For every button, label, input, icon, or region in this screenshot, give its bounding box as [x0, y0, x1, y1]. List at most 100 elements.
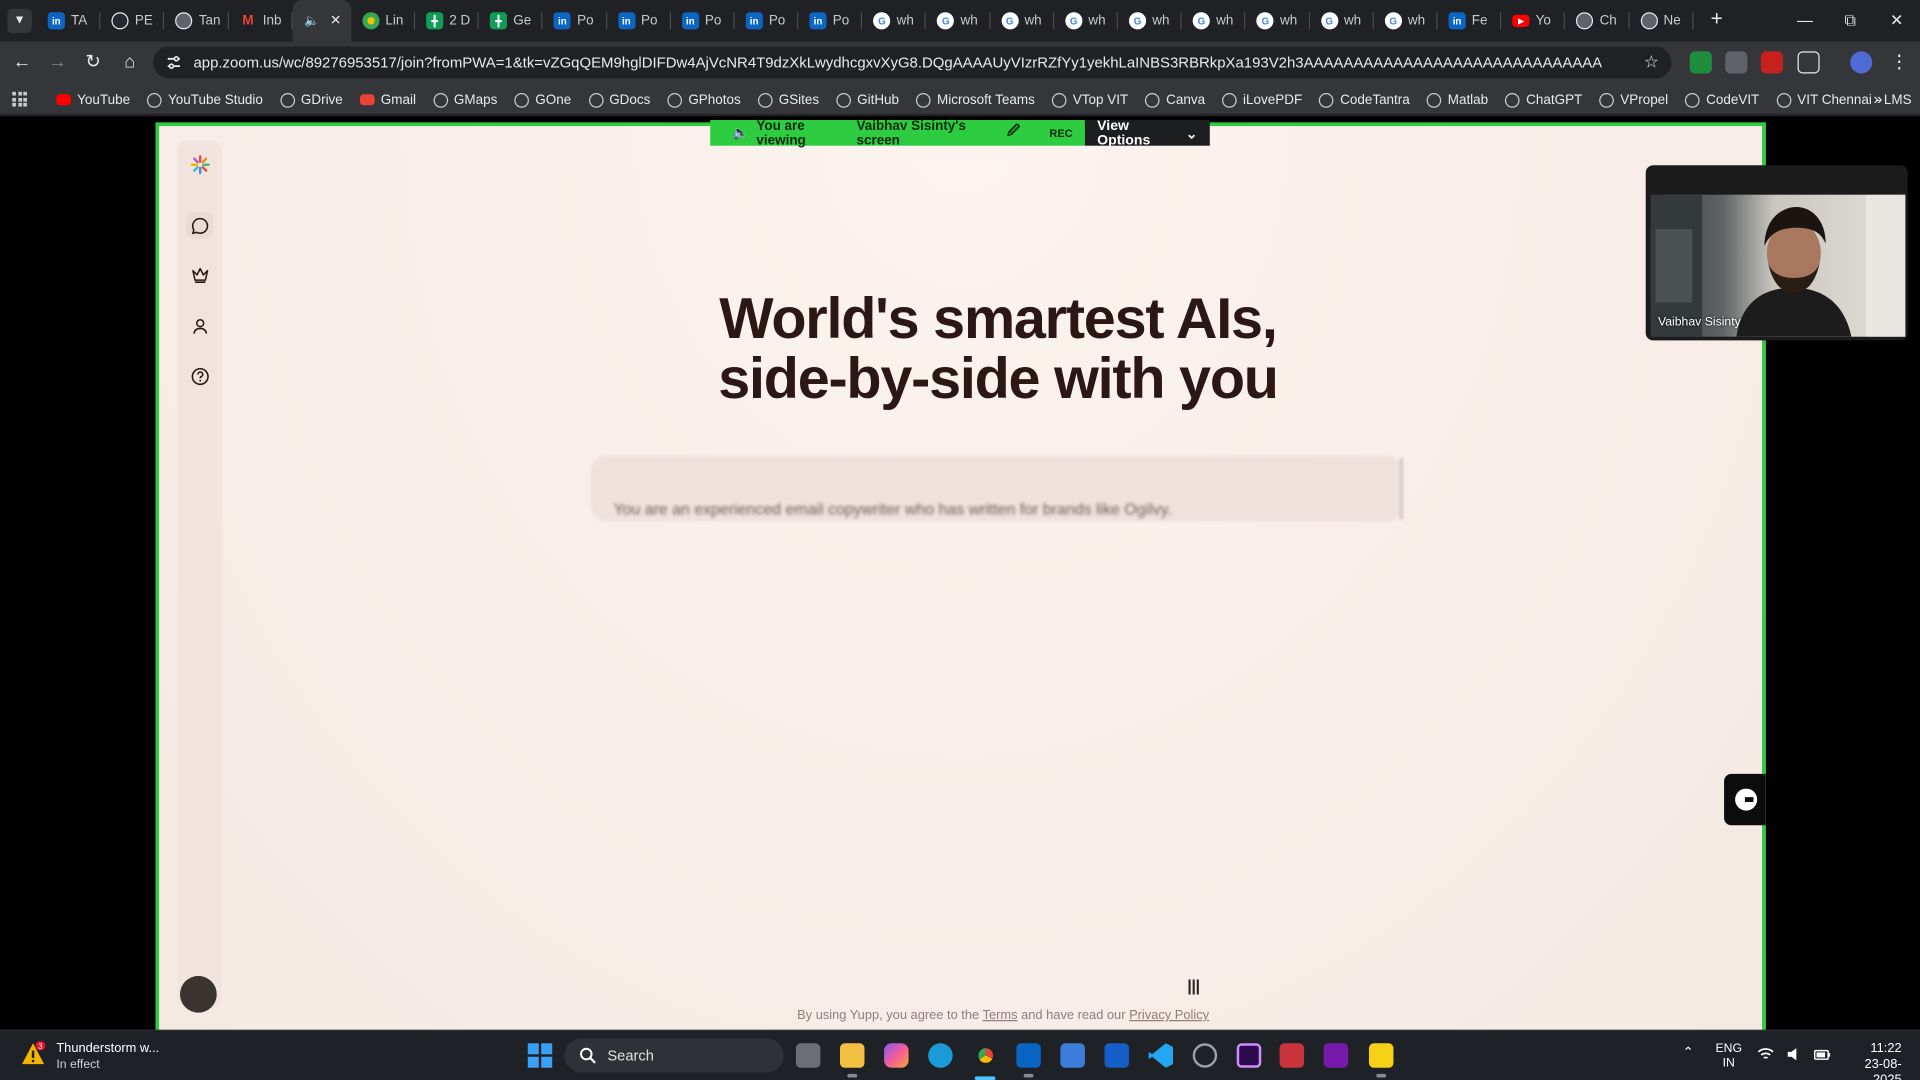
site-info-icon[interactable] — [164, 53, 184, 73]
logo-icon[interactable] — [186, 151, 213, 178]
bookmark-item[interactable]: Canva — [1136, 84, 1213, 115]
browser-tab[interactable]: in Po — [671, 0, 735, 42]
extension-pocket-icon[interactable] — [1760, 51, 1783, 74]
windows-start-icon[interactable] — [527, 1043, 553, 1068]
browser-tab[interactable]: M Inb — [228, 0, 293, 42]
bookmark-item[interactable]: GDrive — [270, 84, 350, 115]
browser-tab[interactable]: in TA — [37, 0, 101, 42]
edge-icon[interactable] — [928, 1043, 953, 1068]
browser-tab[interactable]: Gwh — [1310, 0, 1374, 42]
taskbar-search-box[interactable]: Search — [564, 1038, 784, 1073]
browser-tab[interactable]: Gwh — [1374, 0, 1438, 42]
browser-tab[interactable]: ╋ 2 D — [415, 0, 479, 42]
browser-tab[interactable]: Tan — [165, 0, 229, 42]
prompt-input[interactable]: You are an experienced email copywriter … — [590, 455, 1404, 522]
language-indicator[interactable]: ENG IN — [1716, 1042, 1743, 1071]
bookmark-item[interactable]: VPropel — [1590, 84, 1676, 115]
terms-link[interactable]: Terms — [983, 1008, 1018, 1023]
bookmark-item[interactable]: GSites — [748, 84, 826, 115]
profile-avatar[interactable] — [1850, 51, 1873, 74]
browser-tab[interactable]: PE — [101, 0, 165, 42]
bookmark-item[interactable]: ChatGPT — [1496, 84, 1590, 115]
system-clock[interactable]: 11:22 23-08-2025 — [1856, 1041, 1901, 1080]
bookmark-item[interactable]: CodeTantra — [1310, 84, 1418, 115]
weather-widget[interactable]: 3 Thunderstorm w... In effect — [20, 1040, 159, 1073]
close-tab-icon[interactable]: ✕ — [330, 12, 341, 28]
address-bar[interactable]: app.zoom.us/wc/89276953517/join?fromPWA=… — [153, 46, 1672, 79]
bookmark-item[interactable]: Gmail — [350, 84, 423, 115]
browser-tab[interactable]: Lin — [351, 0, 416, 42]
user-avatar[interactable] — [180, 975, 217, 1013]
prompt-text[interactable]: You are an experienced email copywriter … — [613, 500, 1171, 518]
browser-tab[interactable]: Gwh — [862, 0, 927, 42]
browser-tab[interactable]: ╋ Ge — [479, 0, 543, 42]
floating-chat-button[interactable] — [1724, 773, 1766, 826]
bookmark-item[interactable]: VIT Chennai - LMS — [1767, 84, 1919, 115]
chrome-icon[interactable] — [973, 1043, 998, 1068]
show-hidden-icons-chevron[interactable]: ⌃ — [1682, 1044, 1693, 1061]
sticky-notes-icon[interactable] — [1368, 1043, 1394, 1078]
bookmark-item[interactable]: GDocs — [579, 84, 658, 115]
system-tray[interactable] — [1757, 1046, 1831, 1063]
browser-tab[interactable]: ▶ Yo — [1501, 0, 1566, 42]
extension-camera-icon[interactable] — [1725, 51, 1748, 74]
privacy-policy-link[interactable]: Privacy Policy — [1129, 1008, 1209, 1023]
bookmark-item[interactable]: Microsoft Teams — [906, 84, 1042, 115]
store-icon[interactable] — [1060, 1043, 1085, 1068]
bookmark-item[interactable]: YouTube — [47, 84, 138, 115]
volume-icon[interactable] — [1785, 1046, 1802, 1063]
browser-tab[interactable]: Ch — [1565, 0, 1630, 42]
more-bookmarks-chevron-icon[interactable]: » — [1873, 89, 1882, 107]
bookmark-item[interactable]: CodeVIT — [1676, 84, 1767, 115]
browser-tab[interactable]: Gwh — [926, 0, 991, 42]
apps-grid-icon[interactable] — [12, 91, 27, 107]
bookmark-item[interactable]: Matlab — [1417, 84, 1495, 115]
home-icon[interactable]: ⌂ — [118, 50, 142, 74]
extension-shield-icon[interactable] — [1689, 51, 1712, 74]
openai-app-icon[interactable] — [1192, 1043, 1218, 1068]
bookmark-item[interactable]: GPhotos — [658, 84, 748, 115]
browser-tab[interactable]: 🔈 ✕ — [292, 0, 352, 42]
bookmark-item[interactable]: GOne — [505, 84, 579, 115]
bookmark-star-icon[interactable]: ☆ — [1644, 51, 1659, 72]
bookmark-item[interactable]: GitHub — [826, 84, 906, 115]
copilot-icon[interactable] — [884, 1043, 909, 1068]
file-explorer-icon[interactable] — [840, 1043, 865, 1078]
premiere-pro-icon[interactable] — [1236, 1043, 1262, 1068]
browser-menu-icon[interactable]: ⋮ — [1887, 50, 1911, 74]
bookmark-item[interactable]: iLovePDF — [1212, 84, 1309, 115]
participant-video-tile[interactable]: Vaibhav Sisinty — [1645, 165, 1908, 341]
restore-icon[interactable]: ⧉ — [1837, 10, 1864, 32]
browser-tab[interactable]: in Po — [798, 0, 863, 42]
browser-tab[interactable]: Gwh — [1246, 0, 1310, 42]
crown-icon[interactable] — [186, 261, 213, 288]
minimize-icon[interactable]: — — [1791, 10, 1818, 32]
browser-tab[interactable]: in Po — [607, 0, 671, 42]
reload-icon[interactable]: ↻ — [81, 50, 105, 74]
browser-tab[interactable]: Gwh — [1182, 0, 1246, 42]
forward-icon[interactable]: → — [45, 50, 69, 74]
outlook-icon[interactable] — [1016, 1043, 1041, 1078]
snipping-tool-icon[interactable] — [1279, 1043, 1305, 1068]
extensions-puzzle-icon[interactable] — [1797, 51, 1820, 74]
prompt-scrollbar[interactable] — [1399, 457, 1404, 520]
browser-tab[interactable]: in Po — [543, 0, 607, 42]
browser-tab[interactable]: Gwh — [1118, 0, 1182, 42]
chat-icon[interactable] — [186, 211, 214, 239]
browser-tab[interactable]: Gwh — [990, 0, 1055, 42]
bookmark-item[interactable]: VTop VIT — [1042, 84, 1135, 115]
bookmark-item[interactable]: YouTube Studio — [137, 84, 270, 115]
battery-icon[interactable] — [1813, 1046, 1831, 1063]
browser-tab[interactable]: Gwh — [1054, 0, 1118, 42]
vscode-icon[interactable] — [1148, 1043, 1174, 1068]
task-view-icon[interactable] — [795, 1043, 821, 1068]
url-text[interactable]: app.zoom.us/wc/89276953517/join?fromPWA=… — [193, 54, 1601, 71]
browser-tab[interactable]: in Po — [735, 0, 799, 42]
bookmark-item[interactable]: GMaps — [423, 84, 504, 115]
onenote-icon[interactable] — [1323, 1043, 1349, 1068]
browser-tab[interactable]: in Fe — [1437, 0, 1502, 42]
word-icon[interactable] — [1104, 1043, 1129, 1068]
wifi-icon[interactable] — [1757, 1046, 1774, 1063]
help-icon[interactable] — [186, 362, 213, 389]
view-options-button[interactable]: View Options ⌄ — [1084, 118, 1210, 148]
